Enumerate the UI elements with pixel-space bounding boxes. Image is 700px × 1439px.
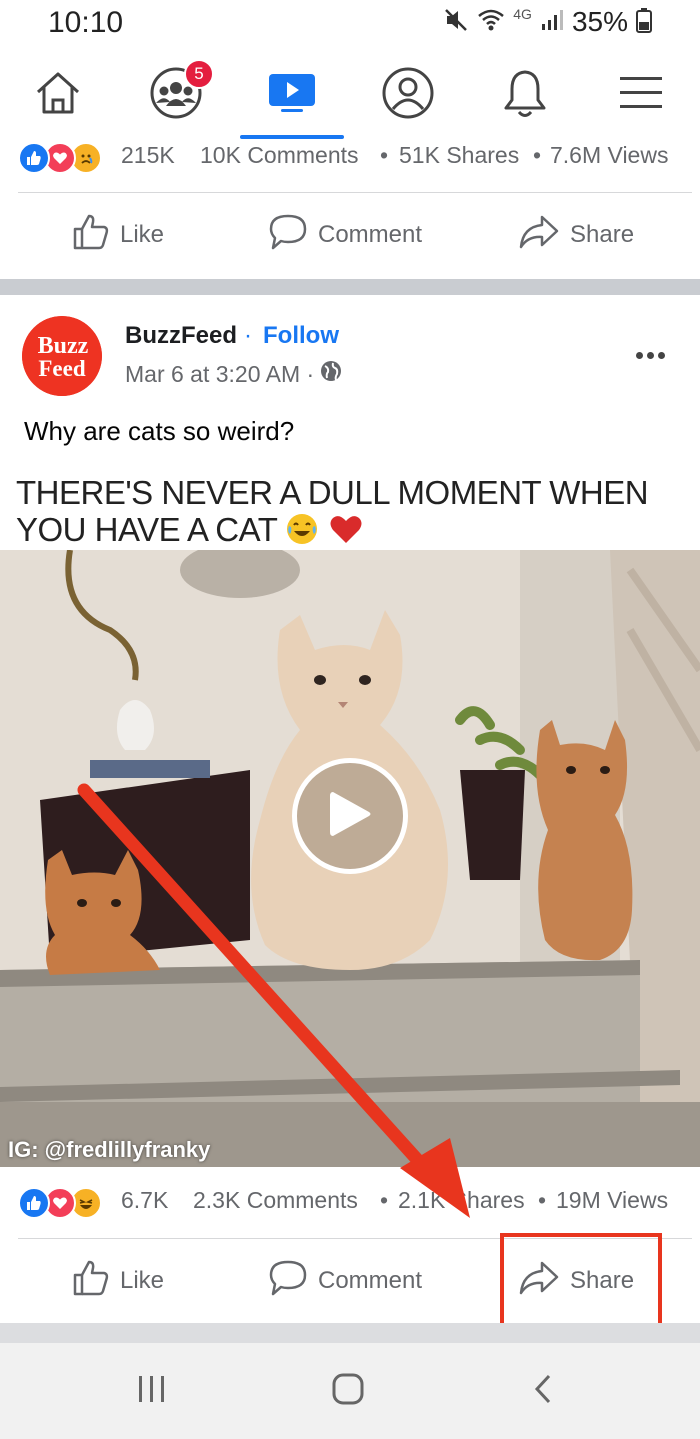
bell-icon bbox=[500, 67, 550, 124]
nav-menu[interactable] bbox=[611, 65, 671, 125]
mute-icon bbox=[443, 7, 469, 38]
top-navigation: 5 bbox=[0, 55, 700, 139]
comment-icon bbox=[268, 213, 308, 258]
recents-icon bbox=[136, 1374, 168, 1409]
prev-views-count: 7.6M Views bbox=[550, 142, 669, 168]
battery-icon bbox=[636, 7, 652, 38]
post-date[interactable]: Mar 6 at 3:20 AM · bbox=[125, 360, 342, 388]
buzzfeed-avatar[interactable]: Buzz Feed bbox=[22, 316, 102, 396]
share-button[interactable]: Share bbox=[518, 195, 634, 275]
laughing-emoji-icon bbox=[285, 512, 319, 553]
thumbs-up-icon bbox=[72, 1259, 110, 1304]
shares-count[interactable]: 2.1K Shares bbox=[398, 1187, 525, 1214]
signal-icon bbox=[540, 8, 564, 37]
play-button[interactable] bbox=[292, 758, 408, 874]
like-label: Like bbox=[120, 1267, 165, 1294]
battery-percent: 35% bbox=[571, 6, 628, 37]
nav-groups[interactable]: 5 bbox=[146, 59, 214, 125]
back-icon bbox=[532, 1373, 554, 1410]
comments-count[interactable]: 2.3K Comments bbox=[193, 1187, 358, 1214]
network-label: 4G bbox=[513, 6, 532, 22]
stat-separator: • bbox=[380, 142, 389, 168]
views-count: 19M Views bbox=[556, 1187, 669, 1213]
post-timestamp: Mar 6 at 3:20 AM · bbox=[125, 360, 315, 387]
status-time: 10:10 bbox=[48, 6, 124, 39]
play-icon bbox=[327, 789, 373, 844]
feed-bottom-separator bbox=[0, 1323, 700, 1343]
stat-separator: • bbox=[538, 1187, 547, 1213]
prev-post-reactions[interactable] bbox=[18, 142, 114, 176]
post-text: Why are cats so weird? bbox=[24, 416, 295, 446]
status-bar: 10:10 4G 35% bbox=[0, 0, 700, 48]
like-reaction-icon bbox=[18, 1187, 50, 1219]
prev-post-actions: Like Comment Share bbox=[0, 195, 700, 275]
feed-separator bbox=[0, 279, 700, 295]
comment-label: Comment bbox=[318, 1267, 423, 1294]
prev-comments-count[interactable]: 10K Comments bbox=[200, 142, 359, 169]
watch-icon bbox=[267, 70, 317, 121]
share-highlight-box bbox=[500, 1233, 662, 1331]
back-button[interactable] bbox=[503, 1343, 583, 1439]
post-stats: 6.7K 2.3K Comments • 2.1K Shares • 19M V… bbox=[0, 1183, 700, 1223]
stat-separator: • bbox=[533, 142, 542, 168]
groups-notification-badge: 5 bbox=[184, 59, 214, 89]
avatar-text-feed: Feed bbox=[38, 356, 85, 381]
more-dot bbox=[646, 351, 654, 359]
comment-icon bbox=[268, 1259, 308, 1304]
prev-shares-count[interactable]: 51K Shares bbox=[399, 142, 519, 169]
more-dot bbox=[657, 351, 665, 359]
nav-watch[interactable] bbox=[262, 65, 322, 125]
divider bbox=[18, 192, 692, 193]
reaction-count[interactable]: 6.7K bbox=[121, 1187, 168, 1214]
red-heart-icon bbox=[328, 512, 364, 553]
like-label: Like bbox=[120, 221, 165, 248]
prev-post-stats: 215K 10K Comments • 51K Shares • 7.6M Vi… bbox=[0, 138, 700, 178]
post-more-options-button[interactable] bbox=[630, 340, 670, 370]
share-icon bbox=[518, 213, 560, 258]
follow-separator: · bbox=[244, 322, 252, 349]
video-caption: THERE'S NEVER A DULL MOMENT WHEN YOU HAV… bbox=[16, 474, 696, 553]
prev-reaction-count[interactable]: 215K bbox=[121, 142, 175, 169]
wifi-icon bbox=[477, 7, 505, 38]
stat-separator: • bbox=[380, 1187, 389, 1213]
comment-button[interactable]: Comment bbox=[268, 1241, 422, 1321]
video-watermark: IG: @fredlillyfranky bbox=[8, 1137, 211, 1162]
nav-home[interactable] bbox=[28, 65, 88, 125]
like-button[interactable]: Like bbox=[72, 195, 164, 275]
menu-icon bbox=[617, 73, 665, 118]
like-button[interactable]: Like bbox=[72, 1241, 164, 1321]
home-button-icon bbox=[331, 1373, 365, 1410]
thumbs-up-icon bbox=[72, 213, 110, 258]
comment-button[interactable]: Comment bbox=[268, 195, 422, 275]
post-author[interactable]: BuzzFeed bbox=[125, 322, 237, 350]
comment-label: Comment bbox=[318, 221, 423, 248]
profile-icon bbox=[381, 66, 435, 125]
nav-notifications[interactable] bbox=[495, 65, 555, 125]
nav-profile[interactable] bbox=[378, 65, 438, 125]
more-dot bbox=[635, 351, 643, 359]
home-button[interactable] bbox=[308, 1343, 388, 1439]
share-label: Share bbox=[570, 221, 635, 248]
globe-icon bbox=[320, 360, 342, 388]
home-icon bbox=[33, 70, 83, 121]
android-navigation-bar bbox=[0, 1343, 700, 1439]
recents-button[interactable] bbox=[112, 1343, 192, 1439]
status-icons: 4G 35% bbox=[443, 6, 652, 38]
follow-button[interactable]: Follow bbox=[263, 322, 339, 350]
like-reaction-icon bbox=[18, 142, 50, 174]
post-reactions[interactable] bbox=[18, 1187, 114, 1221]
